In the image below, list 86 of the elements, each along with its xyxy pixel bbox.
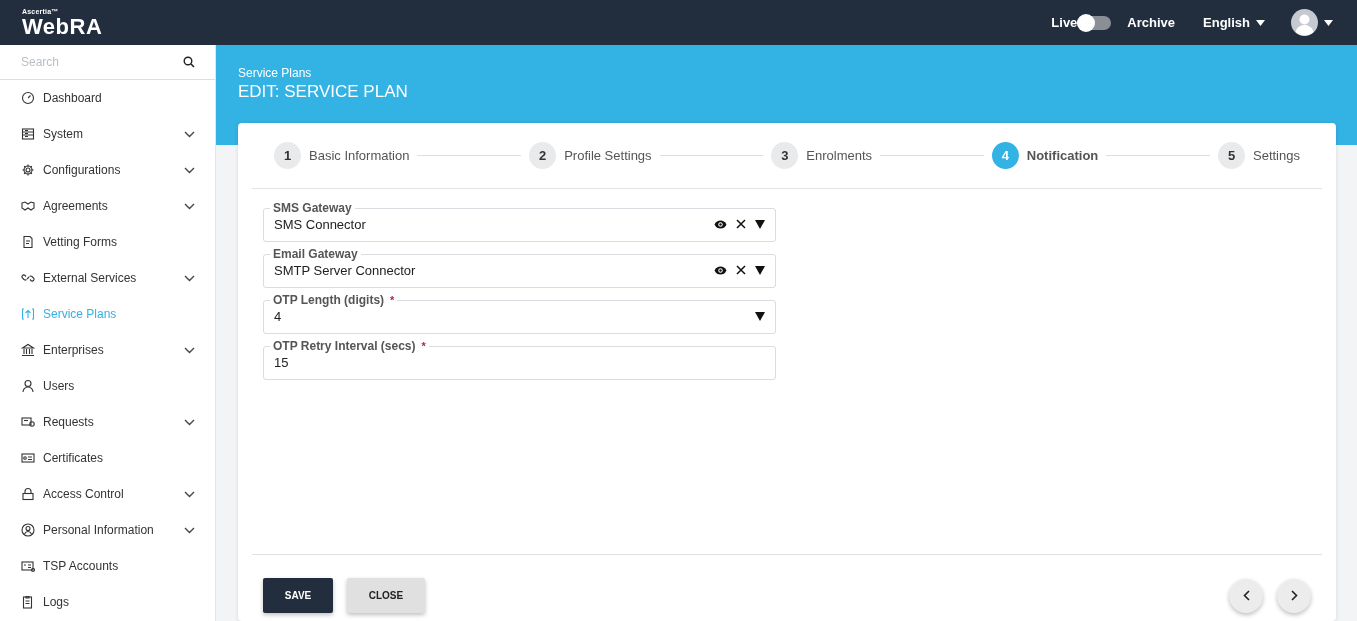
clear-icon[interactable] xyxy=(736,219,746,229)
clear-icon[interactable] xyxy=(736,265,746,275)
sidebar-item[interactable]: TSP Accounts xyxy=(0,548,215,584)
chevron-down-icon[interactable] xyxy=(184,274,195,282)
sidebar-item[interactable]: Enterprises xyxy=(0,332,215,368)
caret-icon xyxy=(1324,19,1333,26)
sidebar-item[interactable]: Access Control xyxy=(0,476,215,512)
chevron-down-icon[interactable] xyxy=(184,418,195,426)
gauge-icon xyxy=(21,91,35,105)
step-number: 5 xyxy=(1218,142,1245,169)
required-marker: * xyxy=(390,294,395,306)
step-number: 4 xyxy=(991,142,1019,169)
upload-bracket-icon xyxy=(21,307,35,321)
mode-switch[interactable] xyxy=(1077,15,1112,30)
card-clock-icon xyxy=(21,415,35,429)
avatar-icon xyxy=(1291,9,1318,36)
chevron-down-icon[interactable] xyxy=(184,202,195,210)
input-field[interactable]: OTP Retry Interval (secs) * 15 xyxy=(263,339,776,380)
chevron-down-icon[interactable] xyxy=(184,130,195,138)
selected-value: SMTP Server Connector xyxy=(274,262,417,278)
next-button[interactable] xyxy=(1277,578,1311,613)
eye-icon[interactable] xyxy=(714,265,727,275)
document-icon xyxy=(21,235,35,249)
close-button[interactable]: CLOSE xyxy=(347,578,425,613)
sidebar-item[interactable]: Vetting Forms xyxy=(0,224,215,260)
server-rack-icon xyxy=(21,127,35,141)
sidebar-item[interactable]: Dashboard xyxy=(0,80,215,116)
chevron-right-icon xyxy=(1290,590,1298,601)
step-number: 3 xyxy=(771,142,799,169)
select-field[interactable]: OTP Length (digits) * 4 xyxy=(263,293,776,334)
field-label: Email Gateway xyxy=(273,247,358,261)
save-button[interactable]: SAVE xyxy=(263,578,333,613)
toggle-label: Live xyxy=(1051,15,1078,30)
step-number: 1 xyxy=(274,142,301,169)
step-number: 2 xyxy=(529,142,557,169)
handshake-icon xyxy=(21,199,35,213)
search-field[interactable]: Search xyxy=(21,55,183,69)
wizard-step[interactable]: 4 Notification xyxy=(991,142,1099,169)
app-logo: WebRA xyxy=(22,15,103,38)
sidebar-item[interactable]: Configurations xyxy=(0,152,215,188)
text-input[interactable]: 15 xyxy=(274,354,765,370)
selected-value: 4 xyxy=(274,308,283,324)
wizard-step[interactable]: 1 Basic Information xyxy=(274,142,410,169)
wizard-step[interactable]: 5 Settings xyxy=(1218,142,1300,169)
sidebar-item[interactable]: System xyxy=(0,116,215,152)
sidebar-item[interactable]: External Services xyxy=(0,260,215,296)
wizard-step[interactable]: 3 Enrolments xyxy=(771,142,873,169)
sidebar-item[interactable]: Requests xyxy=(0,404,215,440)
chevron-down-icon[interactable] xyxy=(184,346,195,354)
caret-icon xyxy=(1256,19,1265,26)
language-dropdown[interactable]: English xyxy=(1203,15,1265,30)
gear-icon xyxy=(21,163,35,177)
field-label: OTP Length (digits) xyxy=(273,293,385,307)
user-icon xyxy=(21,379,35,393)
account-card-icon xyxy=(21,559,35,573)
certificate-icon xyxy=(21,451,35,465)
sidebar-item[interactable]: Personal Information xyxy=(0,512,215,548)
field-label: OTP Retry Interval (secs) xyxy=(273,339,416,353)
chevron-down-icon[interactable] xyxy=(184,166,195,174)
toggle-label: Archive xyxy=(1127,15,1176,30)
required-marker: * xyxy=(421,340,426,352)
page-title: EDIT: SERVICE PLAN xyxy=(238,82,409,102)
dropdown-arrow-icon[interactable] xyxy=(755,265,765,275)
dropdown-arrow-icon[interactable] xyxy=(755,311,765,321)
sidebar-item[interactable]: Logs xyxy=(0,584,215,620)
select-field[interactable]: Email Gateway SMTP Server Connector xyxy=(263,247,776,288)
select-field[interactable]: SMS Gateway SMS Connector xyxy=(263,201,776,242)
sidebar-item[interactable]: Users xyxy=(0,368,215,404)
eye-icon[interactable] xyxy=(714,219,727,229)
padlock-icon xyxy=(21,487,35,501)
bank-icon xyxy=(21,343,35,357)
sidebar-item[interactable]: Certificates xyxy=(0,440,215,476)
sidebar-item[interactable]: Agreements xyxy=(0,188,215,224)
user-menu-button[interactable] xyxy=(1291,9,1333,36)
wizard-step[interactable]: 2 Profile Settings xyxy=(529,142,652,169)
field-label: SMS Gateway xyxy=(273,201,352,215)
selected-value: SMS Connector xyxy=(274,216,367,232)
chevron-down-icon[interactable] xyxy=(184,526,195,534)
link-icon xyxy=(21,271,35,285)
previous-button[interactable] xyxy=(1229,578,1263,613)
person-circle-icon xyxy=(21,523,35,537)
clipboard-icon xyxy=(21,595,35,609)
search-icon xyxy=(183,56,195,68)
chevron-left-icon xyxy=(1242,590,1250,601)
chevron-down-icon[interactable] xyxy=(184,490,195,498)
dropdown-arrow-icon[interactable] xyxy=(755,219,765,229)
